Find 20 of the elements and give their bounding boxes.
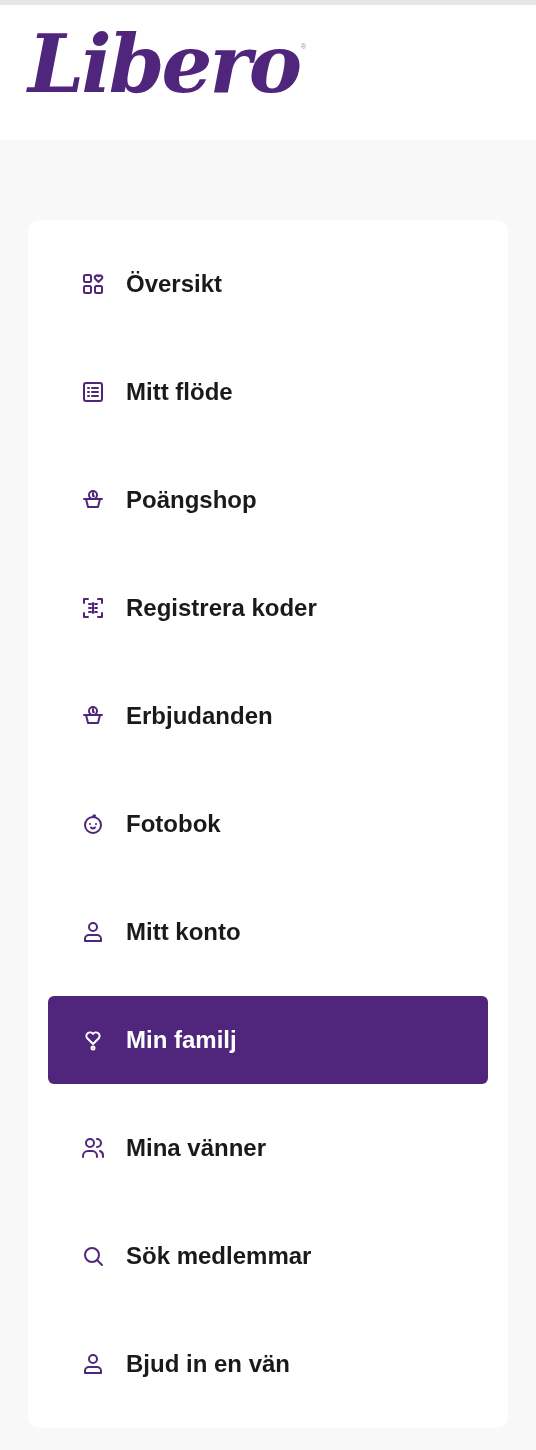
menu-item[interactable]: Översikt (48, 240, 488, 328)
scan-icon (81, 596, 105, 620)
search-icon (81, 1244, 105, 1268)
menu-item[interactable]: Erbjudanden (48, 672, 488, 760)
menu-item[interactable]: Registrera koder (48, 564, 488, 652)
menu-item[interactable]: Mitt flöde (48, 348, 488, 436)
menu-item[interactable]: Sök medlemmar (48, 1212, 488, 1300)
logo[interactable]: Libero (28, 19, 299, 109)
menu-item[interactable]: Poängshop (48, 456, 488, 544)
list-icon (81, 380, 105, 404)
person-icon (81, 920, 105, 944)
person-icon (81, 1352, 105, 1376)
menu-item[interactable]: Bjud in en vän (48, 1320, 488, 1408)
baby-face-icon (81, 812, 105, 836)
menu-item[interactable]: Fotobok (48, 780, 488, 868)
grid-heart-icon (81, 272, 105, 296)
menu-item[interactable]: Mina vänner (48, 1104, 488, 1192)
people-icon (81, 1136, 105, 1160)
menu-item[interactable]: Min familj (48, 996, 488, 1084)
menu-item[interactable]: Mitt konto (48, 888, 488, 976)
